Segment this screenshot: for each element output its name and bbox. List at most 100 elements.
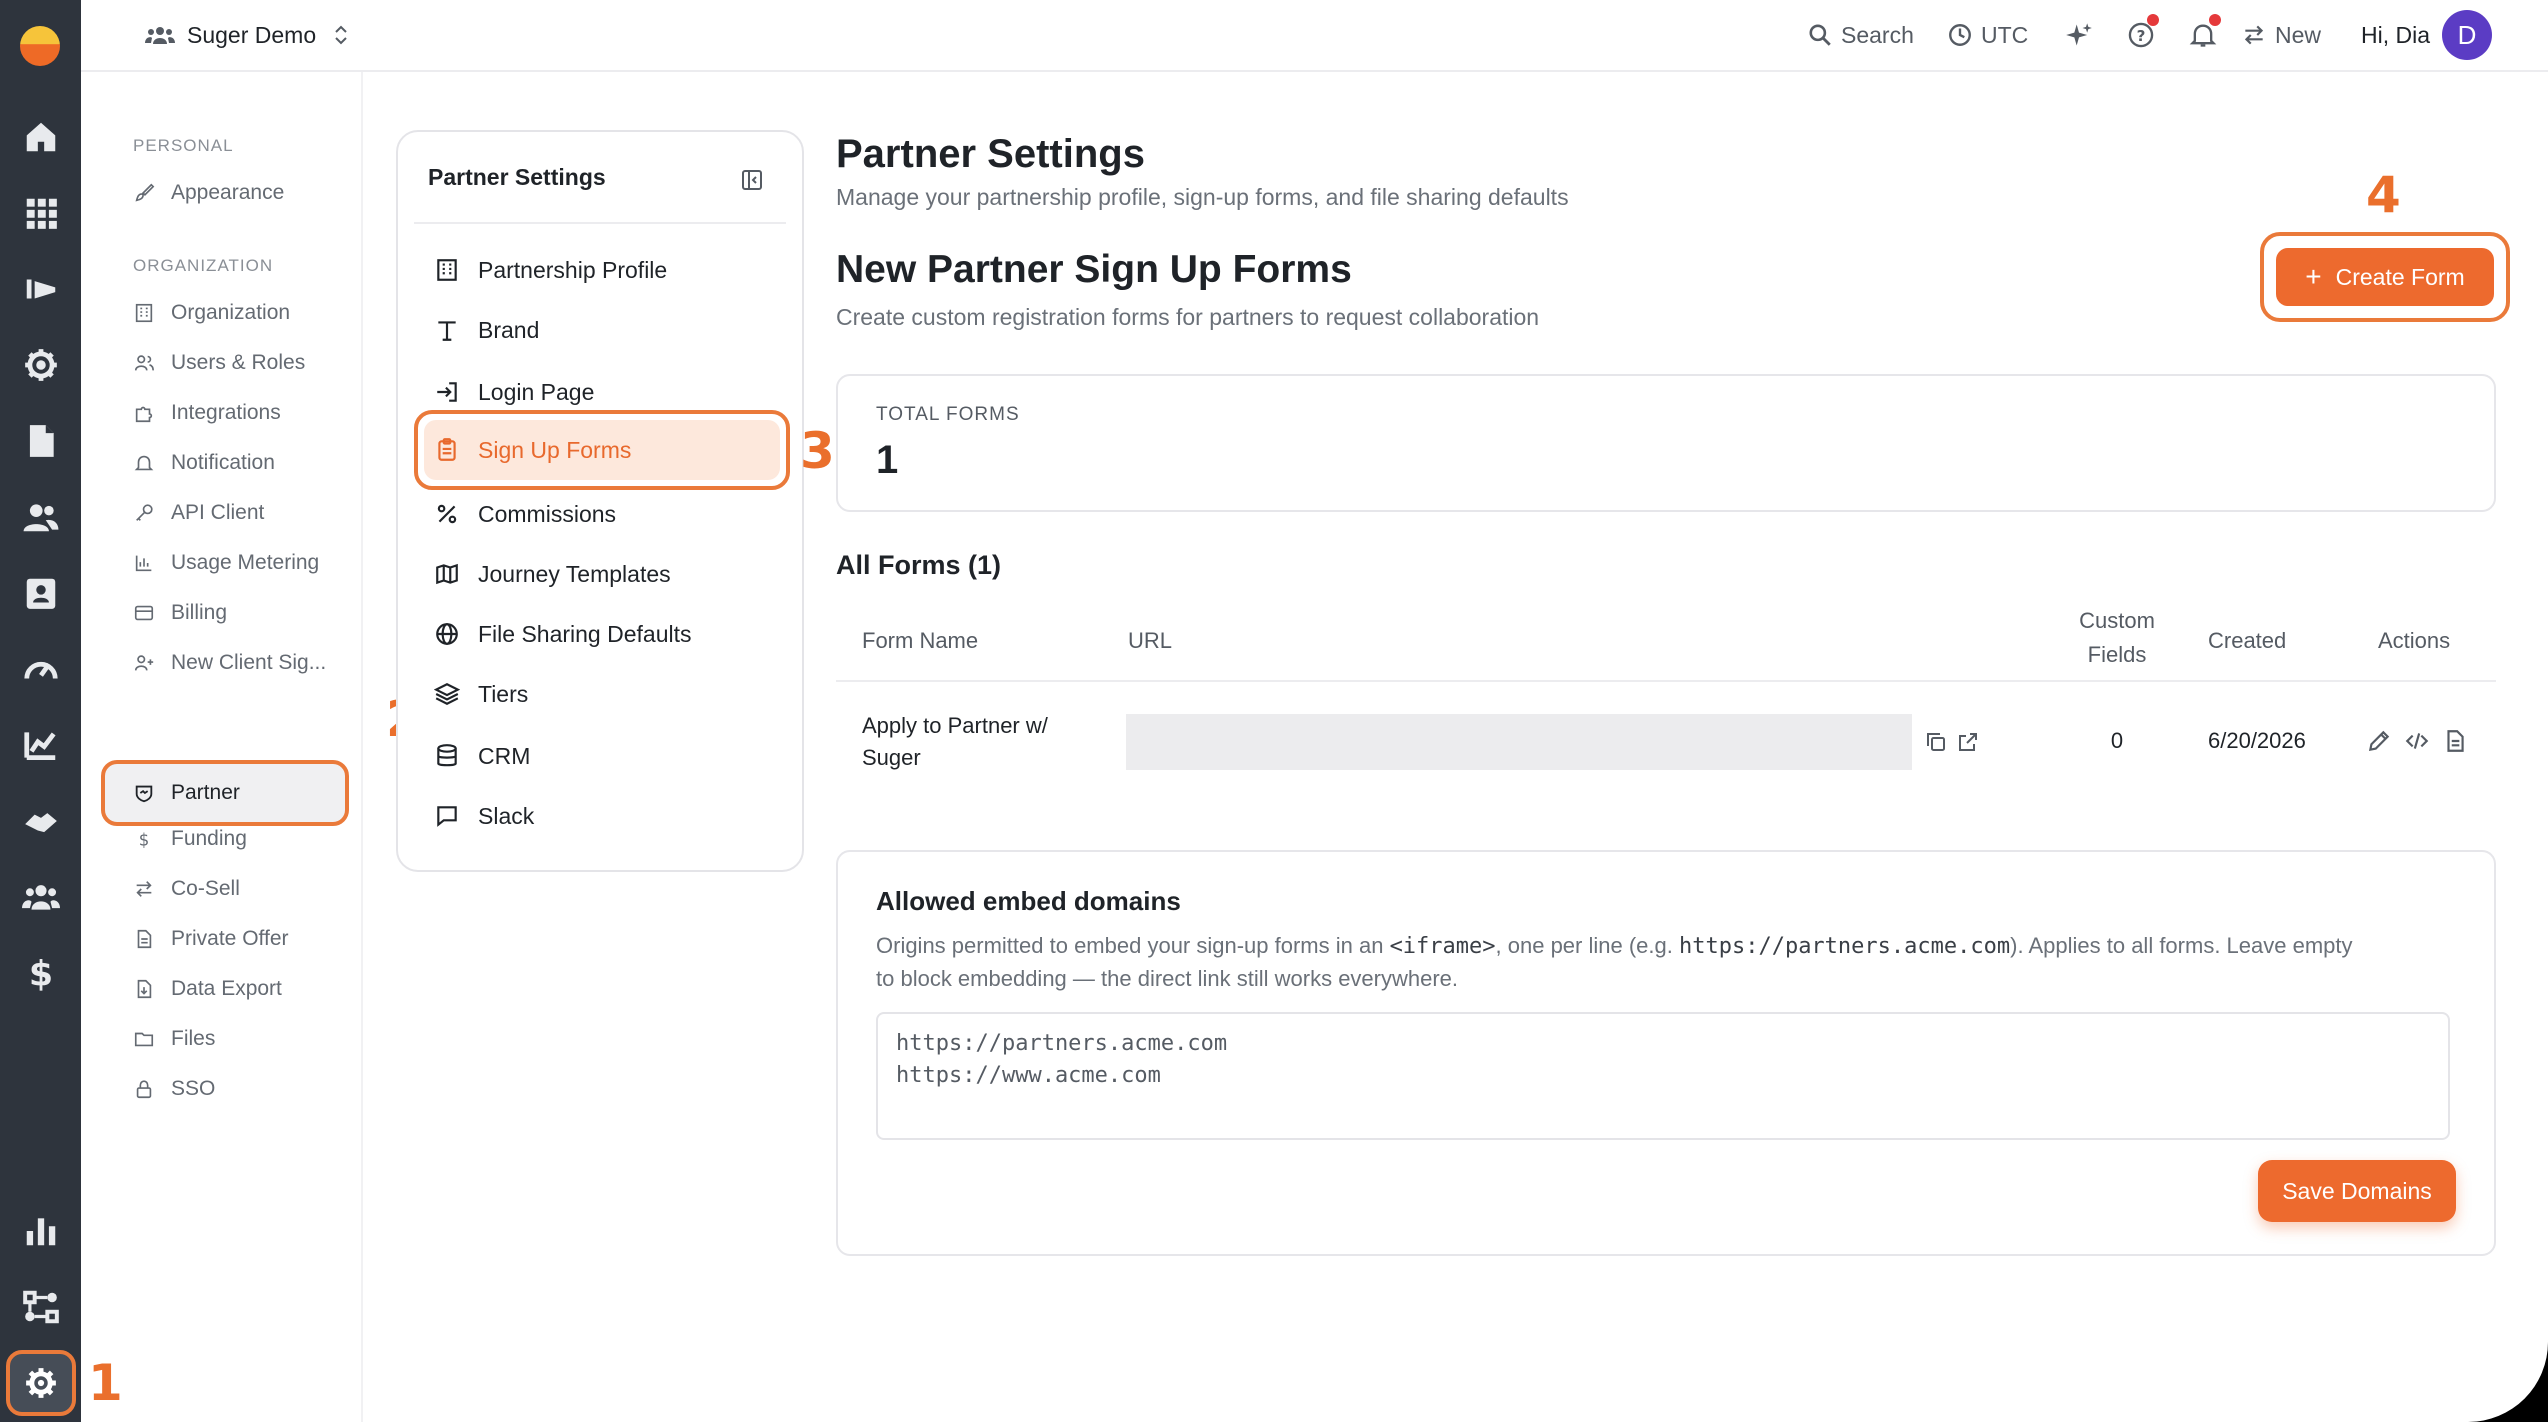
user-menu[interactable]: Hi, Dia D (2361, 8, 2493, 62)
sidenav-label: Private Offer (171, 927, 289, 950)
panel-item-file-sharing-defaults[interactable]: File Sharing Defaults (434, 614, 692, 654)
sidenav-item-sso[interactable]: SSO (133, 1070, 355, 1108)
sidenav-item-usage-metering[interactable]: Usage Metering (133, 544, 355, 582)
panel-item-tiers[interactable]: Tiers (434, 674, 528, 714)
settings-nav-button[interactable] (6, 1350, 76, 1416)
copy-icon[interactable] (1924, 730, 1948, 754)
integration-gear-icon[interactable] (22, 346, 60, 384)
panel-item-label: Journey Templates (478, 560, 671, 587)
percent-icon (437, 504, 457, 524)
sidenav-item-organization[interactable]: Organization (133, 294, 355, 332)
help-button[interactable]: ? (2127, 14, 2159, 56)
table-row[interactable]: Apply to Partner w/ Suger 0 6/20/2026 (836, 682, 2496, 784)
collapse-panel-icon[interactable] (740, 168, 764, 192)
login-icon (437, 382, 457, 402)
message-square-icon (437, 806, 457, 827)
home-icon[interactable] (22, 118, 60, 156)
bar-chart-icon (135, 555, 152, 572)
embed-description: Origins permitted to embed your sign-up … (876, 930, 2466, 995)
swap-arrows-icon (136, 881, 152, 897)
sidenav-item-new-client-signup[interactable]: New Client Sig... (133, 644, 355, 682)
bell-icon (134, 455, 154, 471)
panel-item-commissions[interactable]: Commissions (434, 494, 616, 534)
total-forms-card: TOTAL FORMS 1 (836, 374, 2496, 512)
panel-item-partnership-profile[interactable]: Partnership Profile (434, 250, 667, 290)
external-link-icon[interactable] (1956, 730, 1980, 754)
panel-item-login-page[interactable]: Login Page (434, 372, 594, 412)
stat-value: 1 (876, 438, 899, 482)
embed-domains-textarea[interactable]: https://partners.acme.com https://www.ac… (876, 1012, 2450, 1140)
embed-code-icon[interactable] (2404, 728, 2430, 754)
team-icon[interactable] (22, 878, 60, 916)
panel-item-label: Login Page (478, 378, 595, 405)
sidenav-item-appearance[interactable]: Appearance (133, 174, 355, 212)
search-label: Search (1841, 21, 1914, 48)
all-forms-heading: All Forms (1) (836, 550, 1002, 580)
create-form-label: Create Form (2335, 263, 2465, 290)
search-button[interactable]: Search (1807, 14, 1914, 56)
help-unread-dot (2147, 14, 2159, 26)
analytics-icon[interactable] (22, 726, 60, 764)
contacts-book-icon[interactable] (22, 574, 60, 612)
sidenav-item-data-export[interactable]: Data Export (133, 970, 355, 1008)
timezone-button[interactable]: UTC (1947, 14, 2028, 56)
workspace-switcher[interactable]: Suger Demo (145, 14, 350, 56)
step-marker-4: 4 (2366, 166, 2401, 224)
workflow-icon[interactable] (22, 1288, 60, 1326)
sidenav-label: Appearance (171, 181, 285, 204)
credit-card-icon (134, 605, 154, 621)
dollar-icon[interactable]: $ (22, 954, 60, 992)
listings-icon[interactable] (22, 270, 60, 308)
embed-title: Allowed embed domains (876, 886, 1181, 916)
sidenav-item-billing[interactable]: Billing (133, 594, 355, 632)
form-name-line1: Apply to Partner w/ (862, 713, 1048, 738)
sparkle-icon (2066, 23, 2092, 46)
new-button[interactable]: New (2241, 14, 2321, 56)
sidenav-label: Partner (171, 781, 240, 804)
sidenav-item-files[interactable]: Files (133, 1020, 355, 1058)
sidenav-item-api-client[interactable]: API Client (133, 494, 355, 532)
apps-grid-icon[interactable] (22, 194, 60, 232)
edit-pencil-icon[interactable] (2366, 728, 2392, 754)
sidenav-item-integrations[interactable]: Integrations (133, 394, 355, 432)
panel-divider (414, 222, 786, 224)
sidenav-item-co-sell[interactable]: Co-Sell (133, 870, 355, 908)
sidenav-item-partner[interactable]: Partner (101, 760, 349, 826)
sidenav-item-users-roles[interactable]: Users & Roles (133, 344, 355, 382)
handshake-icon[interactable] (22, 802, 60, 840)
sidenav-label: Usage Metering (171, 551, 320, 574)
panel-item-journey-templates[interactable]: Journey Templates (434, 554, 671, 594)
save-domains-button[interactable]: Save Domains (2258, 1160, 2456, 1222)
workspace-name: Suger Demo (187, 21, 317, 48)
panel-item-slack[interactable]: Slack (434, 796, 534, 836)
document-icon[interactable] (22, 422, 60, 460)
ai-assistant-button[interactable] (2065, 14, 2093, 56)
embed-desc-code-iframe: <iframe> (1389, 934, 1496, 959)
brush-icon (135, 183, 155, 202)
col-header-actions: Actions (2378, 628, 2451, 653)
avatar: D (2442, 10, 2493, 60)
sidenav-item-notification[interactable]: Notification (133, 444, 355, 482)
chevron-up-down-icon (335, 25, 347, 45)
layers-icon (434, 683, 460, 705)
gauge-icon[interactable] (22, 650, 60, 688)
clipboard-icon (438, 438, 456, 461)
users-icon[interactable] (22, 498, 60, 536)
reports-bar-chart-icon[interactable] (22, 1212, 60, 1250)
panel-item-crm[interactable]: CRM (434, 736, 530, 776)
panel-item-label: File Sharing Defaults (478, 620, 692, 647)
suger-logo-icon[interactable] (20, 26, 60, 66)
timezone-label: UTC (1981, 21, 2029, 48)
sidenav-item-private-offer[interactable]: Private Offer (133, 920, 355, 958)
lock-icon (136, 1080, 152, 1099)
sidenav-label: Data Export (171, 977, 282, 1000)
notifications-button[interactable] (2189, 14, 2221, 56)
file-text-icon (137, 929, 152, 949)
submissions-document-icon[interactable] (2442, 728, 2468, 754)
create-form-button[interactable]: + Create Form (2276, 248, 2494, 306)
sidenav-label: Funding (171, 827, 247, 850)
embed-desc-text: Origins permitted to embed your sign-up … (876, 933, 1390, 958)
panel-item-brand[interactable]: Brand (434, 310, 539, 350)
panel-item-sign-up-forms[interactable]: Sign Up Forms (414, 410, 790, 490)
sidenav-item-funding[interactable]: $ Funding (133, 820, 355, 858)
